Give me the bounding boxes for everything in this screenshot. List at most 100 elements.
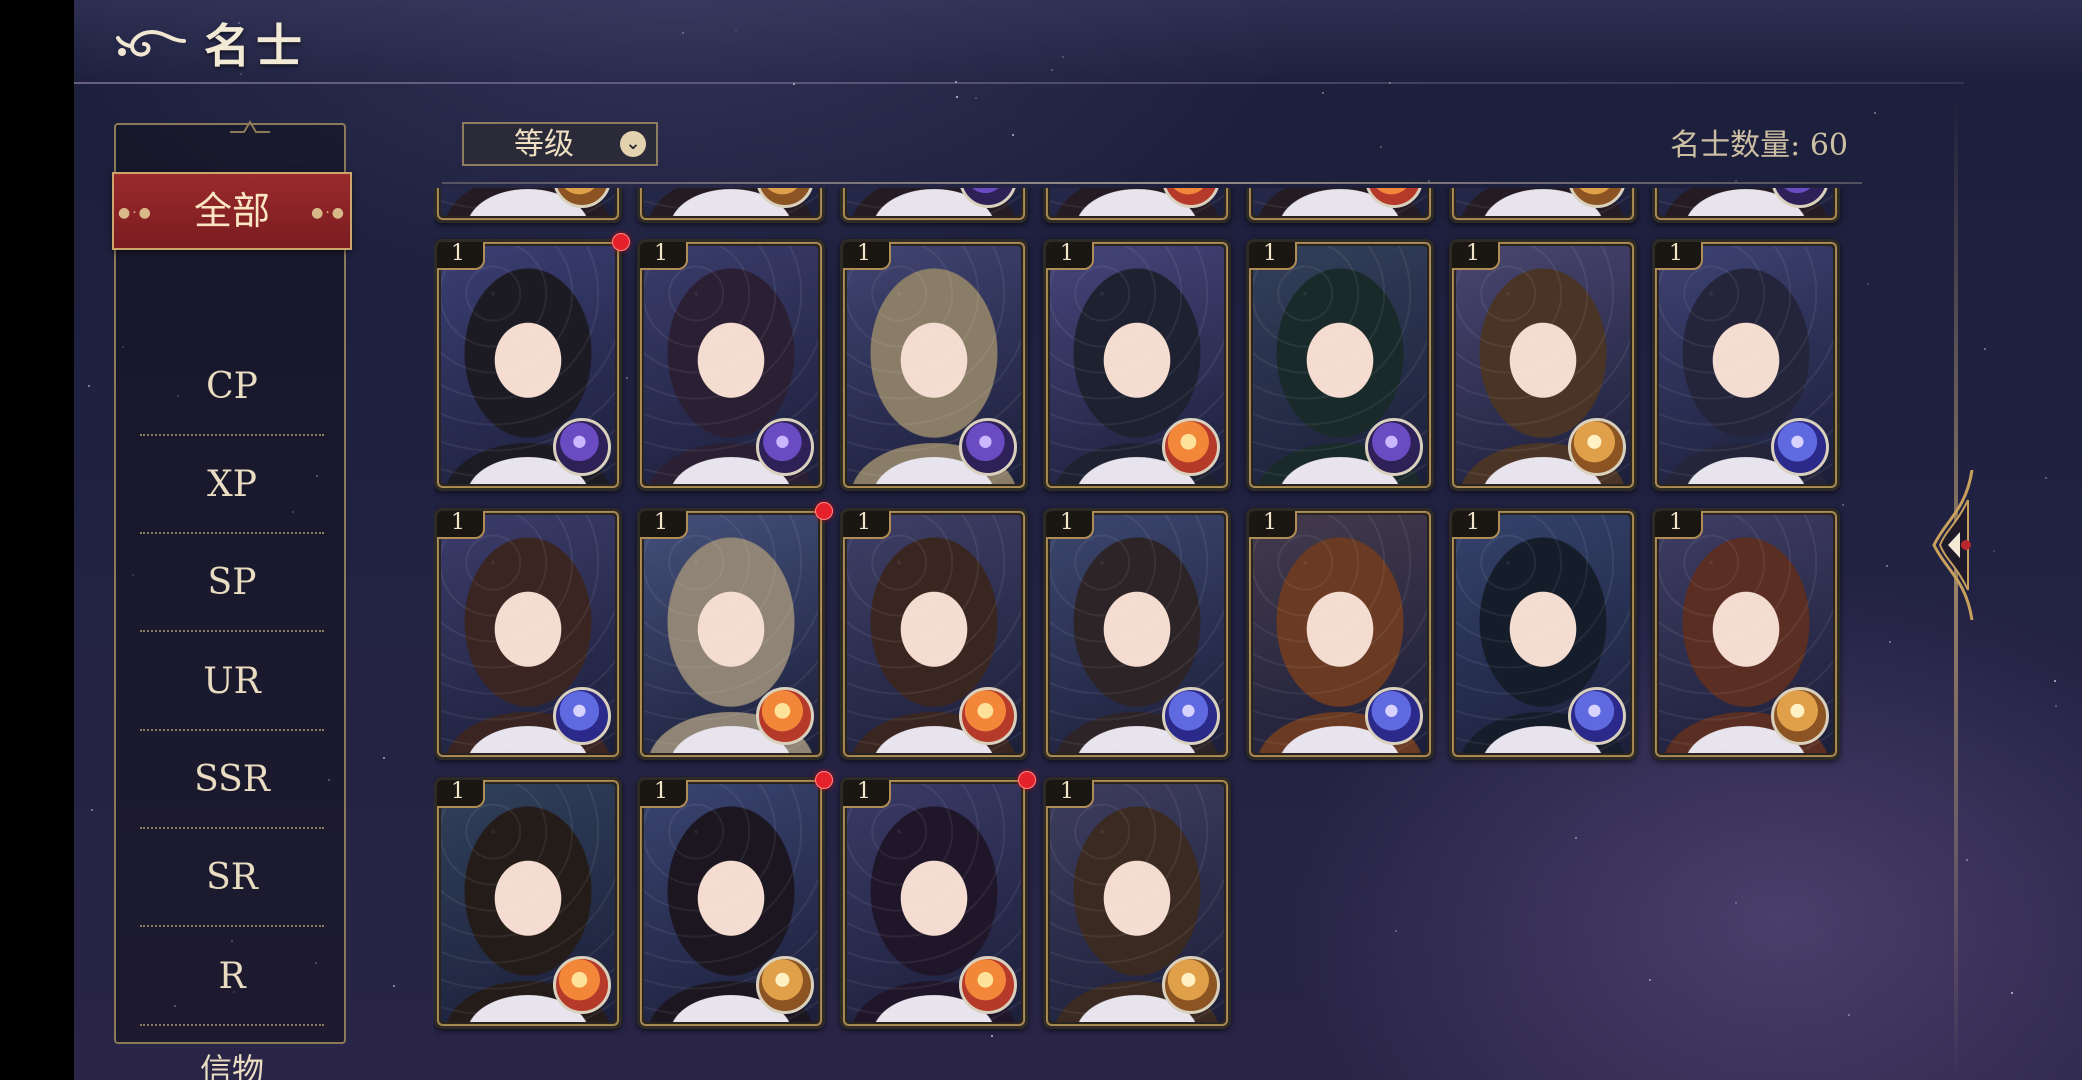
character-card[interactable] <box>1449 188 1637 223</box>
character-count: 名士数量: 60 <box>1670 126 1848 166</box>
moon-attribute-icon <box>959 418 1017 476</box>
character-card[interactable]: 1 <box>1246 508 1434 760</box>
character-grid[interactable]: 1 1 1 1 1 1 1 1 1 1 1 1 1 1 1 1 1 1 <box>434 188 1914 1044</box>
category-label: SSR <box>194 759 270 800</box>
new-badge-dot <box>815 502 833 520</box>
star <box>1992 550 1995 553</box>
sun_gold-attribute-icon <box>1568 418 1626 476</box>
count-value: 60 <box>1809 128 1848 163</box>
divider <box>140 630 324 632</box>
sidebar-ornament <box>230 120 270 133</box>
header-divider <box>74 82 1964 84</box>
category-label: SR <box>206 857 258 898</box>
level-tag: 1 <box>1655 511 1703 539</box>
sun-attribute-icon <box>959 687 1017 745</box>
star <box>956 95 959 98</box>
level-tag: 1 <box>1046 780 1094 808</box>
character-card[interactable]: 1 <box>637 239 825 491</box>
category-sr[interactable]: SR <box>116 829 348 927</box>
divider <box>140 925 324 927</box>
left-arrow-icon[interactable] <box>1926 470 1986 620</box>
star <box>2054 704 2057 707</box>
level-tag: 1 <box>843 242 891 270</box>
character-card[interactable] <box>1246 188 1434 223</box>
star <box>1965 858 1968 861</box>
planet-attribute-icon <box>1162 687 1220 745</box>
ornament-dots-right: ●·● <box>311 205 346 221</box>
character-card[interactable] <box>840 188 1028 223</box>
moon-attribute-icon <box>756 418 814 476</box>
game-screen: 名士 CP XP SP UR SSR SR R 信物 ●·● 全部 ●·● 等级… <box>74 0 2082 1080</box>
level-tag: 1 <box>437 511 485 539</box>
category-token[interactable]: 信物 <box>116 1021 348 1080</box>
character-card[interactable] <box>1652 188 1840 223</box>
star <box>1012 133 1015 136</box>
level-tag: 1 <box>1655 242 1703 270</box>
level-tag: 1 <box>1046 511 1094 539</box>
character-card[interactable]: 1 <box>1043 239 1231 491</box>
new-badge-dot <box>612 233 630 251</box>
category-cp[interactable]: CP <box>116 338 348 436</box>
count-label: 名士数量: <box>1670 128 1801 163</box>
star <box>88 384 90 387</box>
category-label: UR <box>203 661 261 702</box>
category-all-selected[interactable]: ●·● 全部 ●·● <box>112 172 352 250</box>
character-card[interactable]: 1 <box>1043 777 1231 1029</box>
category-label: CP <box>206 366 258 407</box>
category-label: SP <box>207 562 257 603</box>
sort-dropdown[interactable]: 等级 ⌄ <box>462 122 658 166</box>
star <box>1984 347 1987 350</box>
character-card[interactable] <box>637 188 825 223</box>
character-card[interactable] <box>1043 188 1231 223</box>
new-badge-dot <box>1018 771 1036 789</box>
star <box>90 809 93 812</box>
character-card[interactable]: 1 <box>1043 508 1231 760</box>
level-tag: 1 <box>437 780 485 808</box>
character-card[interactable]: 1 <box>840 239 1028 491</box>
category-label: R <box>218 956 246 997</box>
category-sp[interactable]: SP <box>116 534 348 632</box>
level-tag: 1 <box>640 511 688 539</box>
character-card[interactable]: 1 <box>434 777 622 1029</box>
sort-label: 等级 <box>514 127 574 162</box>
character-card[interactable]: 1 <box>1449 508 1637 760</box>
character-card[interactable]: 1 <box>1449 239 1637 491</box>
chevron-down-icon: ⌄ <box>620 131 646 157</box>
character-card[interactable] <box>434 188 622 223</box>
character-card[interactable]: 1 <box>434 239 622 491</box>
category-r[interactable]: R <box>116 928 348 1026</box>
category-label: XP <box>207 464 257 505</box>
category-label: 信物 <box>199 1051 264 1080</box>
character-card[interactable]: 1 <box>637 777 825 1029</box>
level-tag: 1 <box>843 780 891 808</box>
category-label: 全部 <box>193 189 270 233</box>
character-card[interactable]: 1 <box>637 508 825 760</box>
sun-attribute-icon <box>959 956 1017 1014</box>
category-xp[interactable]: XP <box>116 436 348 534</box>
moon-attribute-icon <box>1365 418 1423 476</box>
level-tag: 1 <box>1452 242 1500 270</box>
star <box>2045 476 2048 479</box>
planet-attribute-icon <box>553 687 611 745</box>
character-card[interactable]: 1 <box>840 777 1028 1029</box>
star <box>2053 679 2056 682</box>
star <box>974 96 977 99</box>
category-ssr[interactable]: SSR <box>116 731 348 829</box>
character-card[interactable]: 1 <box>1652 239 1840 491</box>
character-card[interactable]: 1 <box>840 508 1028 760</box>
category-ur[interactable]: UR <box>116 633 348 731</box>
character-card[interactable]: 1 <box>1246 239 1434 491</box>
character-card[interactable]: 1 <box>1652 508 1840 760</box>
planet-attribute-icon <box>1365 687 1423 745</box>
level-tag: 1 <box>437 242 485 270</box>
level-tag: 1 <box>1249 242 1297 270</box>
new-badge-dot <box>815 771 833 789</box>
back-icon[interactable] <box>112 18 192 64</box>
level-tag: 1 <box>1249 511 1297 539</box>
sun-attribute-icon <box>756 687 814 745</box>
planet-attribute-icon <box>1568 687 1626 745</box>
sun_gold-attribute-icon <box>756 956 814 1014</box>
character-card[interactable]: 1 <box>434 508 622 760</box>
ornament-dots-left: ●·● <box>118 205 153 221</box>
sun-attribute-icon <box>553 956 611 1014</box>
